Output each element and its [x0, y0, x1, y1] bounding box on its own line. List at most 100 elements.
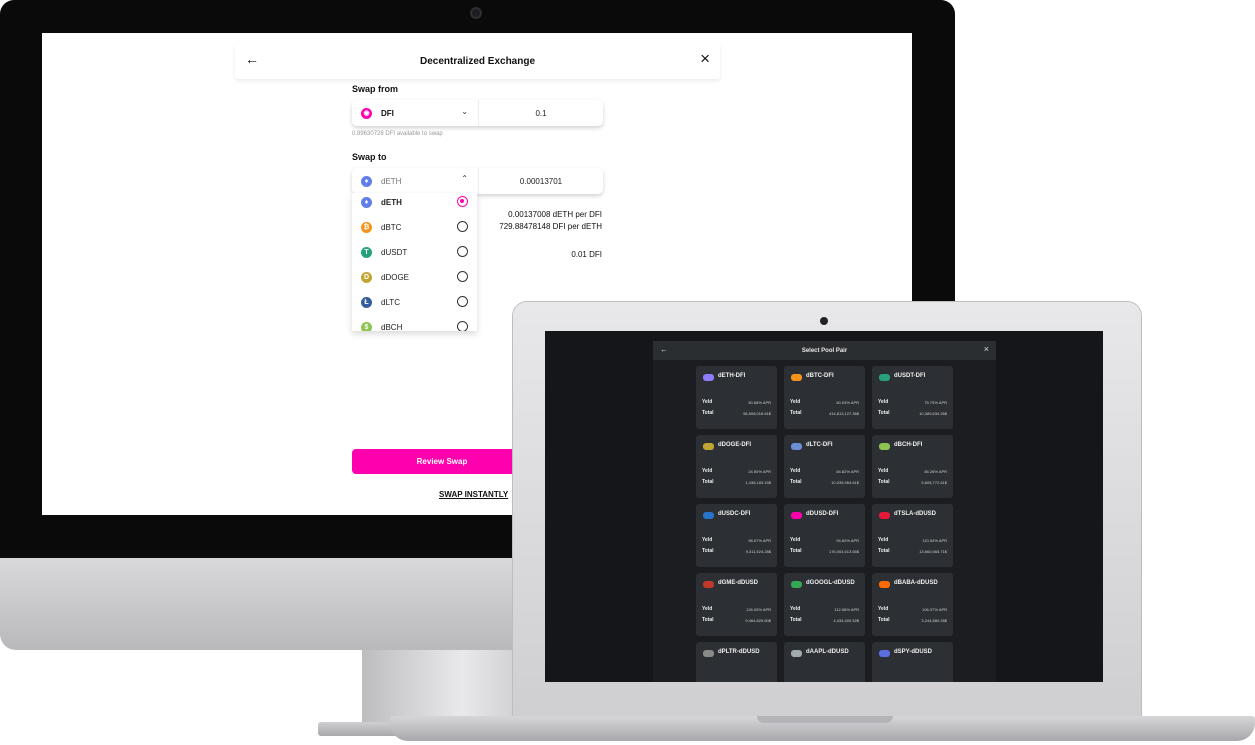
from-token-select[interactable]: ◉ DFI ⌄	[352, 100, 478, 126]
total-label: Total	[878, 548, 890, 554]
dropdown-item-dltc[interactable]: Ł dLTC	[352, 293, 477, 311]
pool-card[interactable]: dBABA-dDUSD Yeld 106.37% APR Total 3,244…	[872, 573, 953, 636]
pool-title: Select Pool Pair	[801, 347, 848, 354]
yield-value: 106.37% APR	[922, 607, 947, 612]
imac-camera	[470, 7, 482, 19]
total-value: 10,035,964.61$	[831, 480, 859, 485]
to-amount-input[interactable]: 0.00013701	[478, 168, 603, 194]
yield-label: Yeld	[790, 468, 801, 474]
btc-icon: ₿	[361, 221, 372, 233]
pool-name: dTSLA-dDUSD	[894, 511, 936, 517]
total-label: Total	[878, 617, 890, 623]
swap-instantly-link[interactable]: SWAP INSTANTLY	[439, 490, 508, 499]
total-label: Total	[702, 548, 714, 554]
dfi-icon: ◉	[361, 107, 372, 119]
back-arrow-icon[interactable]: ←	[245, 51, 259, 67]
radio[interactable]	[457, 321, 468, 331]
yield-label: Yeld	[790, 537, 801, 543]
dropdown-item-deth[interactable]: ♦ dETH	[352, 193, 477, 211]
pool-pair-icon	[791, 650, 802, 657]
pool-pair-icon	[879, 443, 890, 450]
pool-card[interactable]: dLTC-DFI Yeld 84.82% APR Total 10,035,96…	[784, 435, 865, 498]
pool-card[interactable]: dUSDC-DFI Yeld 98.07% APR Total 9,311,52…	[696, 504, 777, 567]
dropdown-item-ddoge[interactable]: D dDOGE	[352, 268, 477, 286]
total-label: Total	[790, 548, 802, 554]
dex-header: ← Decentralized Exchange ×	[235, 43, 720, 79]
usdt-icon: T	[361, 246, 372, 258]
pool-card[interactable]: dSPY-dDUSD	[872, 642, 953, 682]
yield-value: 24.50% APR	[748, 469, 771, 474]
yield-label: Yeld	[702, 606, 713, 612]
from-amount-input[interactable]: 0.1	[478, 100, 603, 126]
pool-pair-icon	[791, 512, 802, 519]
pool-card[interactable]: dBCH-DFI Yeld 85.26% APR Total 5,605,772…	[872, 435, 953, 498]
pool-pair-icon	[791, 581, 802, 588]
radio[interactable]	[457, 296, 468, 307]
radio-selected[interactable]	[457, 196, 468, 207]
pool-pair-icon	[879, 512, 890, 519]
back-arrow-icon[interactable]: ←	[660, 345, 668, 354]
total-value: 414,813,127.36$	[828, 411, 859, 416]
total-label: Total	[790, 617, 802, 623]
yield-value: 112.58% APR	[834, 607, 859, 612]
dropdown-item-dusdt[interactable]: T dUSDT	[352, 243, 477, 261]
pool-card[interactable]: dUSDT-DFI Yeld 75.75% APR Total 10,389,6…	[872, 366, 953, 429]
yield-value: 126.00% APR	[746, 607, 771, 612]
pool-pair-icon	[791, 443, 802, 450]
rate-per-dfi: 0.00137008 dETH per DFI	[508, 210, 602, 219]
dropdown-item-label: dETH	[381, 197, 402, 207]
radio[interactable]	[457, 221, 468, 232]
to-token-name: dETH	[381, 176, 402, 186]
yield-value: 85.26% APR	[924, 469, 947, 474]
pool-card[interactable]: dAAPL-dDUSD	[784, 642, 865, 682]
total-value: 5,605,772.61$	[921, 480, 947, 485]
pool-name: dPLTR-dDUSD	[718, 649, 760, 655]
yield-label: Yeld	[790, 606, 801, 612]
pool-card[interactable]: dETH-DFI Yeld 50.68% APR Total 56,508,01…	[696, 366, 777, 429]
dropdown-item-dbch[interactable]: $ dBCH	[352, 318, 477, 331]
rate-per-deth: 729.88478148 DFI per dETH	[499, 222, 602, 231]
review-swap-button[interactable]: Review Swap	[352, 449, 532, 474]
pool-card[interactable]: dDOGE-DFI Yeld 24.50% APR Total 1,438,18…	[696, 435, 777, 498]
total-label: Total	[702, 479, 714, 485]
pool-card[interactable]: dDUSD-DFI Yeld 94.60% APR Total 176,004,…	[784, 504, 865, 567]
pool-card[interactable]: dGOOGL-dDUSD Yeld 112.58% APR Total 4,43…	[784, 573, 865, 636]
pool-card[interactable]: dTSLA-dDUSD Yeld 110.54% APR Total 13,66…	[872, 504, 953, 567]
to-token-select[interactable]: ♦ dETH ⌃	[352, 168, 478, 194]
total-label: Total	[878, 479, 890, 485]
yield-label: Yeld	[702, 399, 713, 405]
dropdown-item-dbtc[interactable]: ₿ dBTC	[352, 218, 477, 236]
bch-icon: $	[361, 321, 372, 331]
pool-pair-icon	[703, 443, 714, 450]
fee-value: 0.01 DFI	[571, 250, 602, 259]
pool-pair-icon	[703, 650, 714, 657]
close-icon[interactable]: ×	[700, 49, 710, 69]
total-value: 10,389,634.26$	[919, 411, 947, 416]
swap-from-row: ◉ DFI ⌄ 0.1	[352, 100, 603, 126]
pool-card[interactable]: dGME-dDUSD Yeld 126.00% APR Total 9,464,…	[696, 573, 777, 636]
total-value: 1,438,183.15$	[745, 480, 771, 485]
pool-card[interactable]: dPLTR-dDUSD	[696, 642, 777, 682]
total-label: Total	[702, 410, 714, 416]
close-icon[interactable]: ×	[984, 344, 989, 354]
pool-name: dAAPL-dDUSD	[806, 649, 849, 655]
radio[interactable]	[457, 271, 468, 282]
dropdown-item-label: dBTC	[381, 222, 402, 232]
pool-card[interactable]: dBTC-DFI Yeld 60.03% APR Total 414,813,1…	[784, 366, 865, 429]
eth-icon: ♦	[361, 196, 372, 208]
yield-value: 98.07% APR	[748, 538, 771, 543]
pool-name: dBCH-DFI	[894, 442, 923, 448]
yield-value: 94.60% APR	[836, 538, 859, 543]
radio[interactable]	[457, 246, 468, 257]
pool-pair-icon	[879, 650, 890, 657]
yield-label: Yeld	[878, 606, 889, 612]
eth-icon: ♦	[361, 175, 372, 187]
macbook-camera	[820, 317, 828, 325]
swap-to-label: Swap to	[352, 152, 387, 162]
swap-from-label: Swap from	[352, 84, 399, 94]
total-value: 176,004,613.65$	[828, 549, 859, 554]
pool-name: dDOGE-DFI	[718, 442, 751, 448]
pool-header: ← Select Pool Pair ×	[653, 341, 996, 360]
chevron-down-icon: ⌄	[461, 107, 468, 116]
total-value: 9,464,825.60$	[745, 618, 771, 623]
